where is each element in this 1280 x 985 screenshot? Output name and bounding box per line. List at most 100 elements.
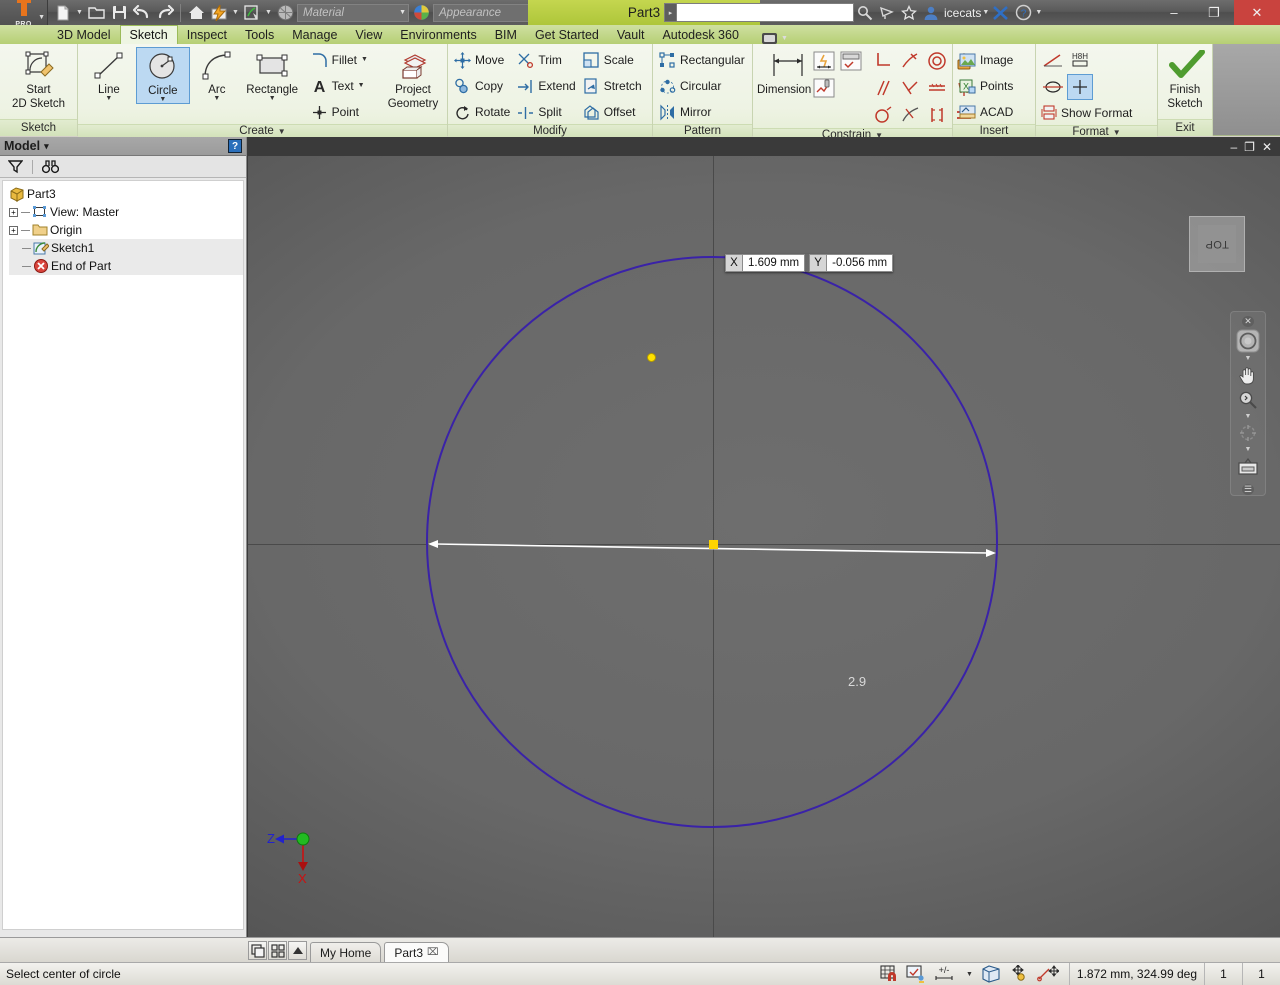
look-at-window-icon[interactable] [1233,456,1263,478]
smooth-constraint-icon[interactable] [870,102,896,128]
chevron-down-icon[interactable]: ▼ [278,127,286,136]
extend-button[interactable]: Extend [515,74,580,98]
doc-tab-part3[interactable]: Part3 ⌧ [384,942,449,962]
chevron-down-icon[interactable]: ▼ [1245,413,1252,421]
satellite-dish-icon[interactable] [876,2,898,23]
tab-3d-model[interactable]: 3D Model [48,25,120,44]
y-coordinate-input[interactable]: -0.056 mm [827,254,894,272]
doc-minimize-button[interactable]: – [1230,140,1237,154]
tree-item-origin[interactable]: + Origin [9,221,243,239]
new-document-dropdown-icon[interactable]: ▼ [75,9,84,16]
view-cube-toggle-icon[interactable] [981,965,1003,983]
move-light-icon[interactable] [1010,965,1030,983]
chevron-down-icon[interactable]: ▼ [965,971,974,978]
arc-button[interactable]: Arc ▼ [190,47,244,102]
orbit-icon[interactable] [1233,423,1263,445]
new-document-icon[interactable] [52,2,74,23]
point-button[interactable]: Point [309,100,373,124]
chevron-down-icon[interactable]: ▼ [1113,128,1121,137]
centerline-icon[interactable] [1040,74,1066,100]
help-question-icon[interactable]: ? [1012,2,1034,23]
tab-view[interactable]: View [346,25,391,44]
search-input[interactable] [676,3,854,22]
filter-funnel-icon[interactable] [6,158,24,176]
tree-item-end-of-part[interactable]: End of Part [9,257,243,275]
tab-manage[interactable]: Manage [283,25,346,44]
zoom-magnifier-icon[interactable] [1233,389,1263,411]
tree-item-part3[interactable]: Part3 [9,185,243,203]
equal-curvature-icon[interactable] [897,102,923,128]
move-button[interactable]: Move [452,48,515,72]
start-2d-sketch-button[interactable]: Start 2D Sketch [4,47,73,110]
steering-wheel-icon[interactable] [1233,329,1263,353]
undo-arrow-icon[interactable] [131,2,153,23]
rectangle-button[interactable]: Rectangle ▼ [244,47,301,102]
user-account-icon[interactable] [920,2,942,23]
circle-button[interactable]: Circle ▼ [135,47,190,104]
image-button[interactable]: Image [957,48,1018,72]
nav-settings-icon[interactable]: ☰ [1242,484,1254,495]
sketch-visibility-icon[interactable] [241,2,263,23]
finish-sketch-button[interactable]: Finish Sketch [1162,47,1208,110]
relax-drag-icon[interactable] [1037,965,1059,983]
show-format-button[interactable]: Show Format [1040,101,1137,125]
constraint-inference-icon[interactable] [906,965,927,983]
tangent-constraint-icon[interactable] [897,48,923,74]
sketch-visibility-dropdown-icon[interactable]: ▼ [264,9,273,16]
concentric-constraint-icon[interactable] [924,48,950,74]
x-coordinate-input[interactable]: 1.609 mm [743,254,806,272]
open-folder-icon[interactable] [85,2,107,23]
expand-icon[interactable]: + [9,225,18,235]
circular-pattern-button[interactable]: Circular [657,74,750,98]
tree-item-sketch1[interactable]: Sketch1 [9,239,243,257]
pan-hand-icon[interactable] [1233,365,1263,387]
tab-inspect[interactable]: Inspect [178,25,236,44]
show-constraints-icon[interactable] [838,48,864,74]
tab-environments[interactable]: Environments [391,25,485,44]
chevron-down-icon[interactable]: ▼ [38,14,45,21]
construction-line-icon[interactable] [1040,47,1066,73]
points-button[interactable]: X Points [957,74,1018,98]
chevron-down-icon[interactable]: ▼ [213,95,220,102]
search-magnifier-icon[interactable] [854,2,876,23]
floppy-save-icon[interactable] [108,2,130,23]
tab-autodesk-360[interactable]: Autodesk 360 [653,25,747,44]
cascade-windows-icon[interactable] [248,941,267,960]
cloud-status-chip[interactable]: ▼ [748,33,789,44]
scroll-up-icon[interactable] [288,941,307,960]
driven-dimension-icon[interactable]: H8H [1067,47,1093,73]
chevron-down-icon[interactable]: ▼ [159,96,166,103]
chevron-down-icon[interactable]: ▼ [105,95,112,102]
help-question-icon[interactable]: ? [228,139,242,153]
snap-grid-icon[interactable] [880,965,899,983]
horizontal-constraint-icon[interactable] [924,102,950,128]
user-dropdown-icon[interactable]: ▼ [981,9,990,16]
chevron-down-icon[interactable]: ▼ [1245,446,1252,454]
center-point-icon[interactable] [1067,74,1093,100]
offset-button[interactable]: Offset [581,100,647,124]
copy-button[interactable]: Copy [452,74,515,98]
collinear-constraint-icon[interactable] [924,75,950,101]
split-button[interactable]: Split [515,100,580,124]
chevron-down-icon[interactable]: ▾ [44,141,49,152]
model-browser-title-group[interactable]: Model ▾ [4,139,49,153]
fillet-button[interactable]: Fillet ▼ [309,48,373,72]
close-button[interactable]: ✕ [1234,0,1280,25]
parallel-constraint-icon[interactable] [870,75,896,101]
tab-sketch[interactable]: Sketch [119,25,178,44]
minimize-button[interactable]: – [1154,0,1194,25]
expand-icon[interactable]: + [9,207,18,217]
rectangular-pattern-button[interactable]: Rectangular [657,48,750,72]
mirror-button[interactable]: Mirror [657,100,750,124]
favorites-star-icon[interactable] [898,2,920,23]
close-icon[interactable]: ✕ [1242,316,1254,327]
view-cube-face[interactable]: TOP [1198,225,1236,263]
project-geometry-button[interactable]: Project Geometry [383,47,443,110]
chevron-down-icon[interactable]: ▼ [269,95,276,102]
lightning-icon[interactable] [208,2,230,23]
material-sphere-icon[interactable] [274,2,296,23]
auto-dimension-icon[interactable] [811,48,837,74]
restore-button[interactable]: ❐ [1194,0,1234,25]
chevron-down-icon[interactable]: ▼ [399,9,406,16]
material-selector[interactable]: Material ▼ [297,3,409,22]
